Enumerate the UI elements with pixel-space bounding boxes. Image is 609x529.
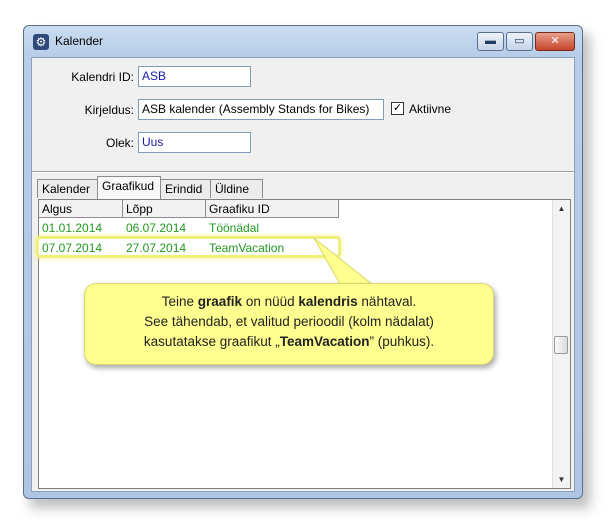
- table-cell[interactable]: 06.07.2014: [123, 219, 206, 237]
- active-label: Aktiivne: [409, 102, 452, 116]
- row-highlight: [36, 236, 341, 258]
- tab-graafikud[interactable]: Graafikud: [97, 176, 161, 199]
- callout-text: Teine graafik on nüüd kalendris nähtaval…: [85, 292, 493, 352]
- table-cell[interactable]: 01.01.2014: [39, 219, 123, 237]
- state-label: Olek:: [105, 136, 134, 150]
- column-header-lopp[interactable]: Lõpp: [123, 200, 206, 218]
- calendar-app-icon: ⚙: [33, 34, 49, 50]
- callout-line-3: kasutatakse graafikut „TeamVacation” (pu…: [143, 334, 435, 349]
- scroll-down-arrow-icon[interactable]: ▼: [553, 471, 570, 488]
- tab-uldine[interactable]: Üldine: [210, 179, 263, 198]
- scroll-thumb[interactable]: [554, 336, 568, 354]
- minimize-button[interactable]: ▬: [477, 32, 504, 51]
- callout-line-1: Teine graafik on nüüd kalendris nähtaval…: [161, 294, 417, 309]
- close-button[interactable]: ✕: [535, 32, 575, 51]
- active-checkbox[interactable]: ✓: [391, 102, 404, 115]
- scroll-up-arrow-icon[interactable]: ▲: [553, 200, 570, 217]
- vertical-scrollbar[interactable]: ▲ ▼: [552, 200, 570, 488]
- state-field[interactable]: Uus: [138, 132, 251, 153]
- column-header-graafiku-id[interactable]: Graafiku ID: [206, 200, 339, 218]
- callout-line-2: See tähendab, et valitud perioodil (kolm…: [144, 314, 434, 329]
- maximize-button[interactable]: ▭: [506, 32, 533, 51]
- tab-erindid[interactable]: Erindid: [160, 179, 211, 198]
- tab-kalender[interactable]: Kalender: [37, 179, 98, 198]
- calendar-id-label: Kalendri ID:: [71, 70, 134, 84]
- title-bar[interactable]: ⚙ Kalender ▬ ▭ ✕: [24, 26, 582, 56]
- column-header-algus[interactable]: Algus: [39, 200, 123, 218]
- calendar-id-field[interactable]: ASB: [138, 66, 251, 87]
- callout-note: Teine graafik on nüüd kalendris nähtaval…: [84, 283, 494, 365]
- description-field[interactable]: ASB kalender (Assembly Stands for Bikes): [138, 99, 384, 120]
- divider: [32, 171, 574, 173]
- description-label: Kirjeldus:: [84, 103, 134, 117]
- window-title: Kalender: [55, 34, 104, 48]
